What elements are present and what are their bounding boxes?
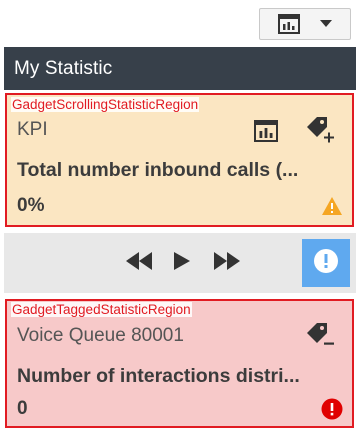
page-title: My Statistic [14, 57, 113, 79]
view-selector-dropdown[interactable] [259, 8, 351, 40]
statistic-value: 0 [17, 398, 28, 419]
play-icon [174, 251, 190, 275]
add-tag-button[interactable] [303, 113, 337, 147]
statistic-name: Total number inbound calls (... [17, 159, 299, 181]
error-icon [321, 398, 343, 420]
rewind-icon [126, 251, 152, 275]
alert-icon [313, 248, 339, 279]
tagged-statistic-gadget: Voice Queue 80001 Number of interactions… [5, 299, 354, 428]
error-indicator [320, 397, 344, 421]
statistic-category: Voice Queue 80001 [17, 325, 184, 346]
rewind-button[interactable] [125, 250, 153, 276]
statistic-player-bar [4, 233, 356, 293]
warning-icon [321, 196, 343, 216]
statistics-panel: My Statistic KPI Total number inbound ca… [0, 0, 356, 431]
chart-icon [278, 14, 300, 34]
chart-icon [254, 120, 278, 142]
statistic-name: Number of interactions distri... [17, 365, 300, 387]
warning-indicator [320, 195, 344, 217]
region-label-tagged: GadgetTaggedStatisticRegion [11, 302, 192, 317]
statistic-value: 0% [17, 195, 45, 216]
panel-header: My Statistic [4, 47, 356, 90]
remove-tag-button[interactable] [303, 319, 337, 353]
scrolling-statistic-gadget: KPI Total number inbound calls (... 0% [5, 93, 354, 227]
region-label-scrolling: GadgetScrollingStatisticRegion [11, 97, 200, 112]
tag-add-icon [304, 114, 336, 146]
fast-forward-button[interactable] [213, 250, 241, 276]
chart-button[interactable] [251, 117, 281, 145]
alert-button[interactable] [302, 239, 350, 287]
chevron-down-icon [320, 20, 332, 28]
play-button[interactable] [168, 250, 196, 276]
tag-remove-icon [304, 320, 336, 352]
statistic-category: KPI [17, 119, 48, 140]
fast-forward-icon [214, 251, 240, 275]
